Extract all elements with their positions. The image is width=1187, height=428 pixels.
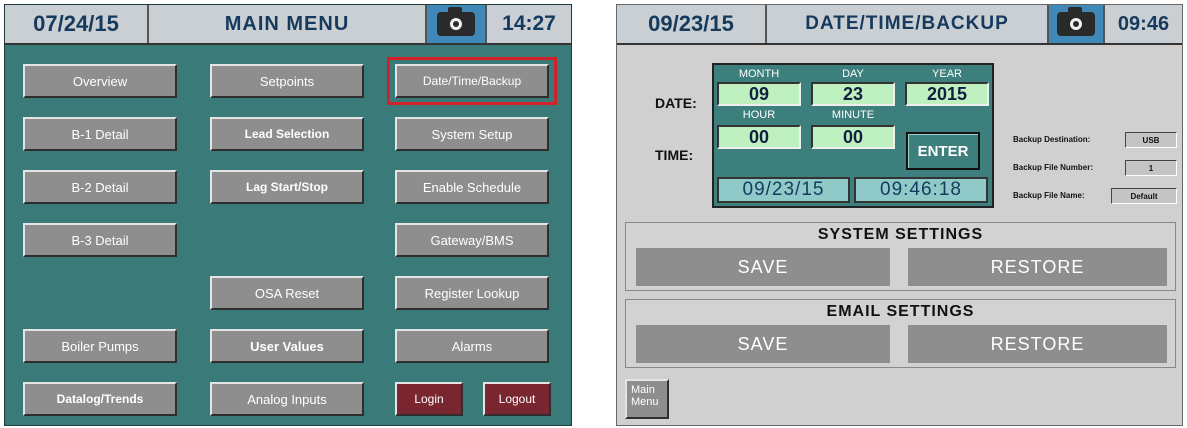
setpoints-button[interactable]: Setpoints — [210, 64, 364, 98]
header-time: 09:46 — [1117, 12, 1170, 35]
system-settings-section: SYSTEM SETTINGS SAVE RESTORE — [625, 222, 1176, 291]
page-title: DATE/TIME/BACKUP — [805, 13, 1009, 34]
lag-start-stop-button[interactable]: Lag Start/Stop — [210, 170, 364, 204]
backup-file-name-field[interactable]: Default — [1111, 188, 1177, 204]
screenshot-button[interactable] — [425, 5, 487, 43]
backup-file-number-field[interactable]: 1 — [1125, 160, 1177, 176]
email-save-button[interactable]: SAVE — [636, 325, 890, 363]
logout-button[interactable]: Logout — [483, 382, 551, 416]
backup-file-name-label: Backup File Name: — [1013, 191, 1085, 200]
date-time-backup-button[interactable]: Date/Time/Backup — [395, 64, 549, 98]
main-menu-screen: 07/24/15 MAIN MENU 14:27 Overview B-1 De… — [4, 4, 572, 426]
login-button[interactable]: Login — [395, 382, 463, 416]
register-lookup-button[interactable]: Register Lookup — [395, 276, 549, 310]
camera-icon — [1057, 7, 1095, 36]
minute-label: MINUTE — [831, 109, 875, 121]
b2-detail-button[interactable]: B-2 Detail — [23, 170, 177, 204]
enter-button[interactable]: ENTER — [906, 132, 980, 170]
boiler-pumps-button[interactable]: Boiler Pumps — [23, 329, 177, 363]
camera-icon — [437, 7, 475, 36]
email-restore-button[interactable]: RESTORE — [908, 325, 1167, 363]
system-restore-button[interactable]: RESTORE — [908, 248, 1167, 286]
b1-detail-button[interactable]: B-1 Detail — [23, 117, 177, 151]
analog-inputs-button[interactable]: Analog Inputs — [210, 382, 364, 416]
lead-selection-button[interactable]: Lead Selection — [210, 117, 364, 151]
datalog-trends-button[interactable]: Datalog/Trends — [23, 382, 177, 416]
dtb-header: 09/23/15 DATE/TIME/BACKUP 09:46 — [617, 5, 1182, 45]
minute-input[interactable]: 00 — [811, 125, 895, 149]
gateway-bms-button[interactable]: Gateway/BMS — [395, 223, 549, 257]
backup-destination-label: Backup Destination: — [1013, 135, 1091, 144]
backup-destination-field[interactable]: USB — [1125, 132, 1177, 148]
month-input[interactable]: 09 — [717, 82, 801, 106]
main-menu-header: 07/24/15 MAIN MENU 14:27 — [5, 5, 571, 45]
email-settings-section: EMAIL SETTINGS SAVE RESTORE — [625, 299, 1176, 368]
current-date-display: 09/23/15 — [717, 177, 850, 203]
main-menu-button[interactable]: Main Menu — [625, 379, 669, 419]
time-label: TIME: — [655, 147, 694, 163]
system-setup-button[interactable]: System Setup — [395, 117, 549, 151]
year-label: YEAR — [932, 68, 962, 80]
enable-schedule-button[interactable]: Enable Schedule — [395, 170, 549, 204]
system-settings-title: SYSTEM SETTINGS — [817, 226, 984, 243]
hour-input[interactable]: 00 — [717, 125, 801, 149]
osa-reset-button[interactable]: OSA Reset — [210, 276, 364, 310]
day-input[interactable]: 23 — [811, 82, 895, 106]
header-time: 14:27 — [502, 12, 556, 35]
hour-label: HOUR — [742, 109, 776, 121]
system-save-button[interactable]: SAVE — [636, 248, 890, 286]
day-label: DAY — [842, 68, 864, 80]
user-values-button[interactable]: User Values — [210, 329, 364, 363]
header-date: 09/23/15 — [617, 5, 767, 43]
date-time-entry-panel: MONTH DAY YEAR 09 23 2015 HOUR MINUTE 00… — [712, 63, 994, 208]
date-time-backup-screen: 09/23/15 DATE/TIME/BACKUP 09:46 DATE: TI… — [616, 4, 1183, 426]
header-date: 07/24/15 — [5, 5, 149, 43]
overview-button[interactable]: Overview — [23, 64, 177, 98]
alarms-button[interactable]: Alarms — [395, 329, 549, 363]
screenshot-button[interactable] — [1047, 5, 1105, 43]
year-input[interactable]: 2015 — [905, 82, 989, 106]
page-title: MAIN MENU — [224, 12, 350, 35]
backup-file-number-label: Backup File Number: — [1013, 163, 1094, 172]
month-label: MONTH — [738, 68, 780, 80]
b3-detail-button[interactable]: B-3 Detail — [23, 223, 177, 257]
date-label: DATE: — [655, 95, 697, 111]
current-time-display: 09:46:18 — [854, 177, 988, 203]
email-settings-title: EMAIL SETTINGS — [826, 303, 975, 320]
